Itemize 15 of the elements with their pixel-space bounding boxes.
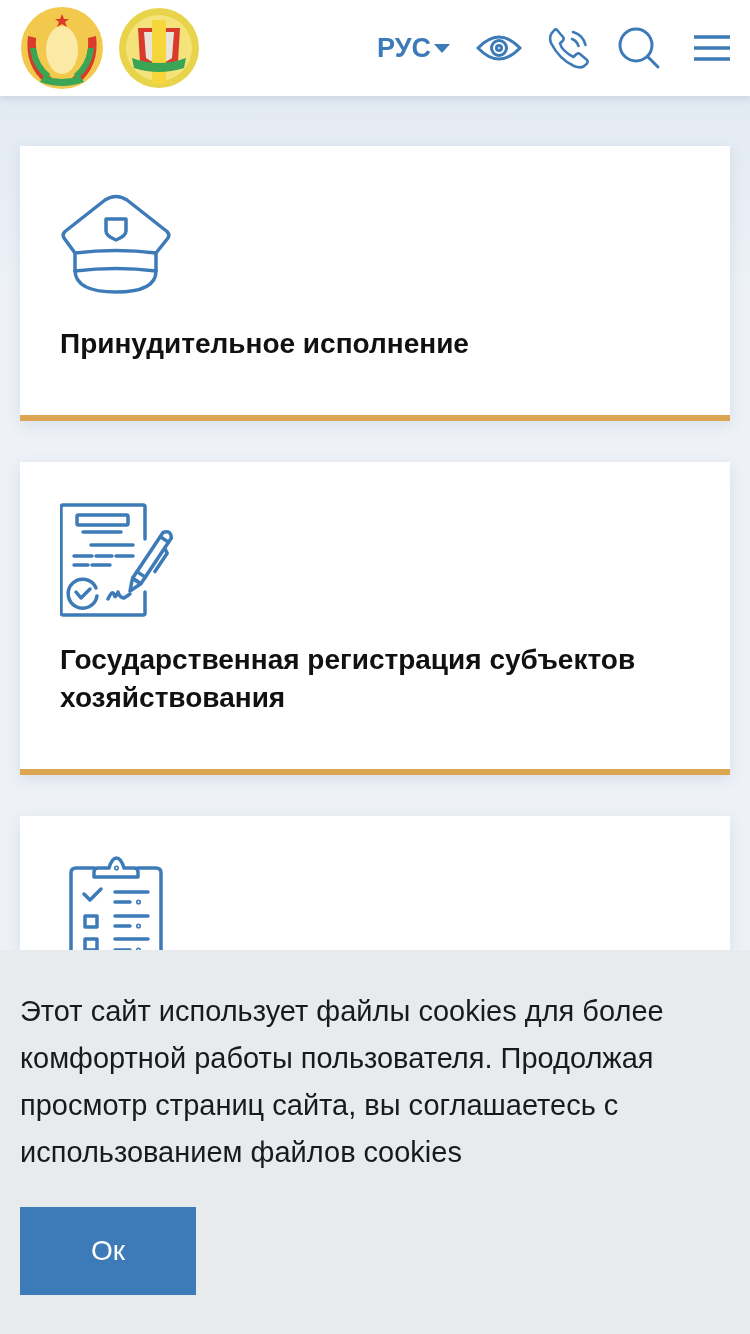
language-selector[interactable]: РУС — [377, 27, 450, 69]
round-emblem-icon — [20, 6, 104, 90]
clipboard-checklist-icon — [68, 856, 164, 950]
phone-icon[interactable] — [548, 27, 590, 69]
service-link[interactable]: Принудительное исполнение — [60, 325, 690, 363]
ok-button[interactable]: Ок — [20, 1207, 196, 1295]
cookie-notice-text: Этот сайт использует файлы cookies для более комфортной работы пользователя. Продолжая просмотр страниц сайта, вы соглашаетесь с использованием файлов cookies — [20, 994, 665, 1170]
search-icon[interactable] — [618, 27, 660, 69]
signed-document-icon — [60, 502, 174, 618]
caret-icon — [434, 43, 450, 53]
cap-icon — [60, 194, 172, 294]
eye-icon[interactable] — [476, 34, 522, 62]
shield-emblem-icon — [118, 6, 200, 90]
menu-icon[interactable] — [694, 35, 730, 61]
service-link[interactable]: Государственная регистрация субъектов хозяйствования — [60, 641, 690, 717]
